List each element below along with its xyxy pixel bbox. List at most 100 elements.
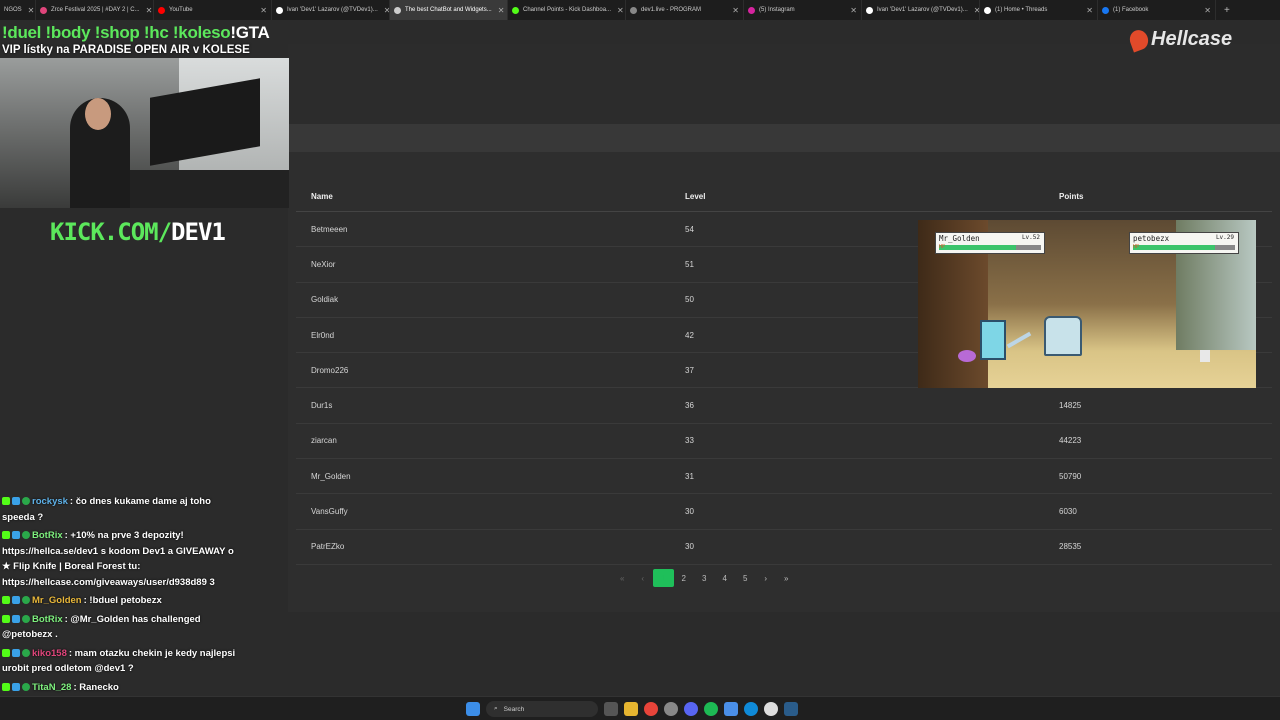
obs-icon[interactable] [764, 702, 778, 716]
tab-close-icon[interactable]: ✕ [22, 6, 35, 15]
banner-vip-text: VIP lístky na PARADISE OPEN AIR v KOLESE [2, 44, 250, 56]
enemy-sprite [1200, 350, 1210, 362]
pet-sprite [958, 350, 976, 362]
kick-channel-logo: KICK.COM/DEV1 [50, 218, 226, 246]
knight-sprite [980, 320, 1006, 360]
chat-message: BotRix: +10% na prve 3 depozity! https:/… [2, 528, 242, 590]
browser-tab[interactable]: (5) Instagram ✕ [744, 0, 862, 20]
kick-badge-icon [2, 682, 10, 691]
taskbar: ⌕ Search [0, 696, 1280, 720]
browser-tab[interactable]: Ivan 'Dev1' Lazarov (@TVDev1)... ✕ [862, 0, 980, 20]
tab-label: (1) Home • Threads [995, 7, 1048, 13]
table-row: Mr_Golden 31 50790 [296, 459, 1272, 495]
last-page-button[interactable]: » [776, 569, 797, 587]
task-view-icon[interactable] [604, 702, 618, 716]
tab-label: (1) Facebook [1113, 7, 1149, 13]
tab-close-icon[interactable]: ✕ [844, 6, 857, 15]
player-left-name: Mr_Golden [939, 234, 980, 243]
hp-label-left: HP [939, 244, 946, 250]
prev-page-button[interactable]: ‹ [633, 569, 654, 587]
spotify-icon[interactable] [704, 702, 718, 716]
file-explorer-icon[interactable] [624, 702, 638, 716]
cell-name: Goldiak [311, 295, 339, 305]
chat-username[interactable]: Mr_Golden [32, 595, 82, 606]
column-header-level[interactable]: Level [670, 192, 1044, 201]
page-button-5[interactable]: 5 [735, 569, 756, 587]
player-right-hp-bar [1133, 245, 1235, 250]
browser-tab[interactable]: dev1.live - PROGRAM ✕ [626, 0, 744, 20]
kick-badge-icon [2, 531, 10, 539]
page-button-4[interactable]: 4 [715, 569, 736, 587]
verified-badge-icon [22, 648, 30, 657]
page-header-area [288, 44, 1280, 124]
browser-tab[interactable]: YouTube ✕ [154, 0, 272, 20]
browser-tab[interactable]: The best ChatBot and Widgets... ✕ [390, 0, 508, 20]
column-header-name[interactable]: Name [296, 192, 670, 201]
next-page-button[interactable]: › [756, 569, 777, 587]
cell-name: NeXior [311, 259, 336, 269]
browser-tab[interactable]: Channel Points - Kick Dashboa... ✕ [508, 0, 626, 20]
tab-close-icon[interactable]: ✕ [492, 6, 505, 15]
hp-label-right: HP [1133, 244, 1140, 250]
tab-close-icon[interactable]: ✕ [378, 6, 389, 15]
tab-favicon-icon [40, 6, 47, 14]
tab-close-icon[interactable]: ✕ [611, 6, 624, 15]
table-header-row: Name Level Points [296, 182, 1272, 212]
subscriber-badge-icon [12, 614, 20, 623]
tab-close-icon[interactable]: ✕ [968, 6, 979, 15]
cell-points: 6030 [1059, 507, 1077, 517]
page-button-3[interactable]: 3 [694, 569, 715, 587]
verified-badge-icon [22, 497, 30, 505]
flame-icon [1127, 27, 1151, 52]
chat-username[interactable]: BotRix [32, 530, 63, 541]
robot-sprite [1044, 316, 1082, 356]
chat-message: TitaN_28: Ranecko [2, 680, 242, 696]
edge-icon[interactable] [744, 702, 758, 716]
cell-name: Betmeeen [311, 224, 348, 234]
table-row: PatrEZko 30 28535 [296, 530, 1272, 565]
column-header-points[interactable]: Points [1044, 192, 1272, 201]
first-page-button[interactable]: « [612, 569, 633, 587]
browser-tab[interactable]: (1) Facebook ✕ [1098, 0, 1216, 20]
page-button-2[interactable]: 2 [674, 569, 695, 587]
chat-username[interactable]: rockysk [32, 496, 68, 507]
player-right-status: petobezx Lv.29 HP [1129, 232, 1239, 254]
notepad-icon[interactable] [724, 702, 738, 716]
chat-username[interactable]: kiko158 [32, 648, 67, 659]
new-tab-button[interactable]: + [1216, 5, 1238, 16]
cell-points: 14825 [1059, 401, 1082, 411]
tab-close-icon[interactable]: ✕ [140, 6, 153, 15]
verified-badge-icon [22, 596, 30, 604]
player-left-level: Lv.52 [1021, 234, 1040, 241]
chat-username[interactable]: BotRix [32, 614, 63, 625]
tab-label: (5) Instagram [759, 7, 795, 13]
app-icon[interactable] [664, 702, 678, 716]
tab-close-icon[interactable]: ✕ [1080, 6, 1093, 15]
tab-close-icon[interactable]: ✕ [726, 6, 739, 15]
chrome-icon[interactable] [644, 702, 658, 716]
discord-icon[interactable] [684, 702, 698, 716]
browser-tab[interactable]: Ivan 'Dev1' Lazarov (@TVDev1)... ✕ [272, 0, 390, 20]
page-button-1[interactable]: 1 [653, 569, 674, 587]
steam-icon[interactable] [784, 702, 798, 716]
browser-tab[interactable]: Zrce Festival 2025 | #DAY 2 | C... ✕ [36, 0, 154, 20]
chat-username[interactable]: TitaN_28 [32, 682, 71, 693]
cell-name: Mr_Golden [311, 471, 351, 481]
tab-close-icon[interactable]: ✕ [1198, 6, 1211, 15]
verified-badge-icon [22, 614, 30, 623]
pagination: « ‹ 1 2 3 4 5 › » [612, 568, 797, 588]
player-right-level: Lv.29 [1215, 234, 1234, 241]
table-row: ziarcan 33 44223 [296, 424, 1272, 460]
start-icon[interactable] [466, 702, 480, 716]
tab-close-icon[interactable]: ✕ [254, 6, 267, 15]
browser-tab[interactable]: NGOS ✕ [0, 0, 36, 20]
tab-label: The best ChatBot and Widgets... [405, 7, 492, 13]
taskbar-search[interactable]: ⌕ Search [486, 701, 598, 717]
cell-name: Dromo226 [311, 365, 349, 375]
tab-favicon-icon [512, 6, 519, 14]
browser-tab[interactable]: (1) Home • Threads ✕ [980, 0, 1098, 20]
cell-points: 28535 [1059, 542, 1082, 552]
tab-favicon-icon [394, 6, 401, 14]
player-right-name: petobezx [1133, 234, 1170, 243]
tab-favicon-icon [748, 6, 755, 14]
